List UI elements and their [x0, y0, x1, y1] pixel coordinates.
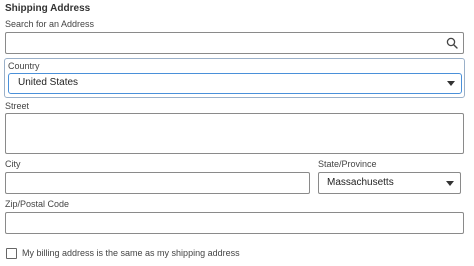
zip-input[interactable] [5, 212, 464, 234]
street-textarea[interactable] [5, 113, 464, 154]
city-label: City [5, 159, 21, 169]
section-title: Shipping Address [5, 3, 91, 14]
address-search-input[interactable] [5, 32, 464, 54]
zip-label: Zip/Postal Code [5, 199, 70, 209]
state-selected-value: Massachusetts [327, 177, 394, 188]
country-select[interactable]: United States [8, 73, 462, 94]
search-icon[interactable] [446, 37, 458, 49]
country-label: Country [8, 61, 40, 71]
chevron-down-icon [446, 181, 454, 186]
billing-same-label[interactable]: My billing address is the same as my shi… [22, 248, 240, 258]
city-input[interactable] [5, 172, 310, 194]
state-label: State/Province [318, 159, 377, 169]
country-selected-value: United States [18, 77, 79, 88]
state-select[interactable]: Massachusetts [318, 172, 461, 194]
street-label: Street [5, 101, 30, 111]
billing-same-checkbox[interactable] [6, 248, 17, 259]
search-label: Search for an Address [5, 19, 95, 29]
chevron-down-icon [447, 81, 455, 86]
